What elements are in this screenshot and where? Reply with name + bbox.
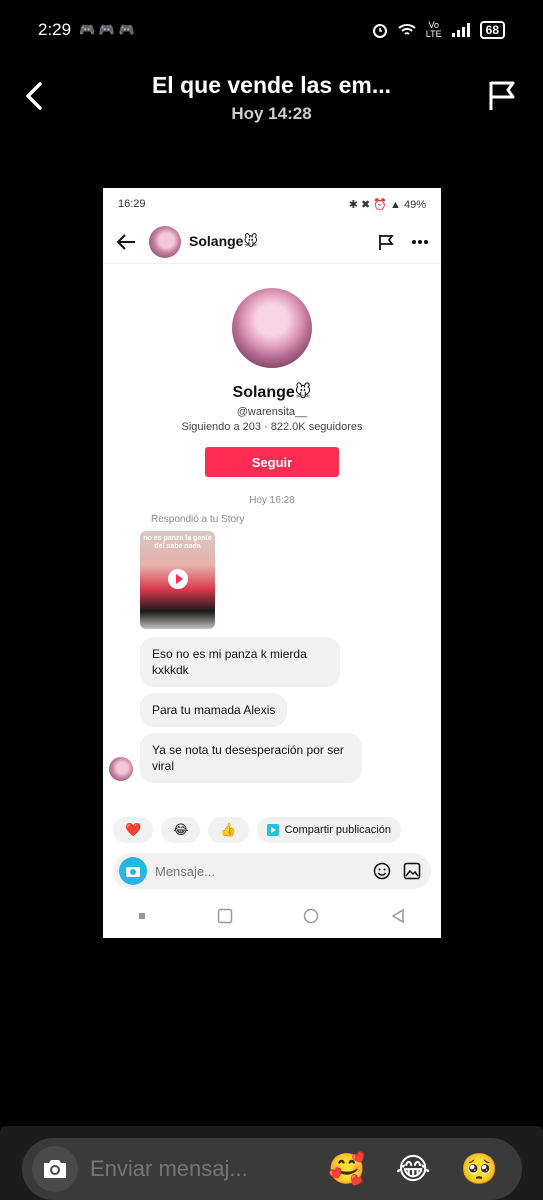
inner-flag-icon: [379, 234, 394, 250]
status-time: 2:29: [38, 20, 72, 39]
notification-icons: 🎮 🎮 🎮: [79, 22, 135, 37]
conversation-subtitle: Hoy 14:28: [231, 104, 312, 123]
inner-camera-icon: [119, 857, 147, 885]
emoji-smiling-hearts[interactable]: 🥰: [328, 1152, 365, 1187]
inner-back-arrow-icon: [116, 233, 135, 250]
profile-handle: @warensita__: [236, 406, 308, 418]
message-input[interactable]: [90, 1156, 270, 1182]
inner-more-icon: [412, 239, 428, 244]
report-button[interactable]: [485, 78, 519, 114]
story-caption: no es panza la gente del sabe nada: [143, 535, 212, 550]
story-thumbnail: no es panza la gente del sabe nada: [140, 531, 215, 629]
message-row: Eso no es mi panza k mierda kxkkdk: [103, 637, 441, 687]
emoji-tears-of-joy[interactable]: 😂: [396, 1152, 431, 1187]
shared-screenshot[interactable]: 16:29 ✱ ✖ ⏰ ▲ 49% Solange🐭 Solange🐭 @war…: [103, 188, 441, 938]
volte-indicator: Vo LTE: [425, 20, 442, 39]
profile-name: Solange🐭: [232, 384, 312, 401]
quick-emoji-row: 🥰 😂 🥺: [328, 1152, 498, 1187]
play-icon: [168, 569, 188, 589]
inner-chat-name: Solange🐭: [189, 233, 259, 249]
reaction-laugh: 😂: [161, 817, 201, 843]
wifi-icon: [398, 24, 416, 35]
inner-recents-icon: [217, 908, 232, 924]
inner-back-icon: [391, 908, 404, 924]
inner-emoji-icon: [373, 862, 391, 880]
share-post-chip: Compartir publicación: [256, 817, 401, 843]
signal-icon: [451, 23, 470, 37]
message-bubble: Eso no es mi panza k mierda kxkkdk: [140, 637, 340, 687]
profile-stats: Siguiendo a 203 · 822.0K seguidores: [181, 421, 363, 433]
inner-image-icon: [403, 862, 421, 880]
profile-section: Solange🐭 @warensita__ Siguiendo a 203 · …: [103, 264, 441, 477]
battery-icon: 68: [479, 21, 505, 39]
share-icon: [266, 824, 279, 836]
inner-home-icon: [304, 908, 319, 924]
story-reply-note: Respondió a tu Story: [151, 514, 245, 525]
share-label: Compartir publicación: [284, 824, 391, 836]
reaction-thumbs-up: 👍: [208, 817, 249, 843]
status-right: Vo LTE 68: [372, 21, 505, 39]
message-timestamp: Hoy 16:28: [249, 495, 295, 506]
message-bubble: Ya se nota tu desesperación por ser vira…: [140, 733, 362, 783]
follow-button: Seguir: [205, 447, 339, 477]
quick-reactions: ❤️ 😂 👍 Compartir publicación: [103, 817, 441, 843]
reply-input-container: 🥰 😂 🥺: [22, 1138, 522, 1200]
profile-avatar: [232, 288, 312, 368]
sender-avatar: [109, 757, 133, 781]
inner-status-time: 16:29: [118, 198, 146, 210]
conversation-title[interactable]: El que vende las em...: [0, 72, 543, 99]
message-row: Ya se nota tu desesperación por ser vira…: [103, 733, 441, 783]
status-bar: 2:29 🎮 🎮 🎮 Vo LTE 68: [0, 0, 543, 60]
message-row: Para tu mamada Alexis: [103, 693, 441, 727]
inner-message-composer: [113, 853, 431, 889]
emoji-pleading[interactable]: 🥺: [461, 1152, 498, 1187]
inner-chat-header: Solange🐭: [103, 220, 441, 264]
flag-icon: [489, 81, 515, 110]
inner-status-icons: ✱ ✖ ⏰ ▲ 49%: [348, 198, 426, 211]
inner-status-bar: 16:29 ✱ ✖ ⏰ ▲ 49%: [103, 188, 441, 220]
reaction-heart: ❤️: [113, 817, 154, 843]
conversation-header: El que vende las em... Hoy 14:28: [0, 66, 543, 132]
inner-message-input: [155, 863, 373, 879]
reply-bar: 🥰 😂 🥺: [0, 1126, 543, 1200]
message-bubble: Para tu mamada Alexis: [140, 693, 288, 727]
inner-nav-bar: [103, 894, 441, 938]
inner-menu-icon: [139, 913, 146, 919]
camera-icon: [44, 1160, 66, 1178]
camera-button[interactable]: [32, 1146, 78, 1192]
alarm-icon: [372, 24, 387, 38]
inner-avatar: [149, 225, 181, 258]
